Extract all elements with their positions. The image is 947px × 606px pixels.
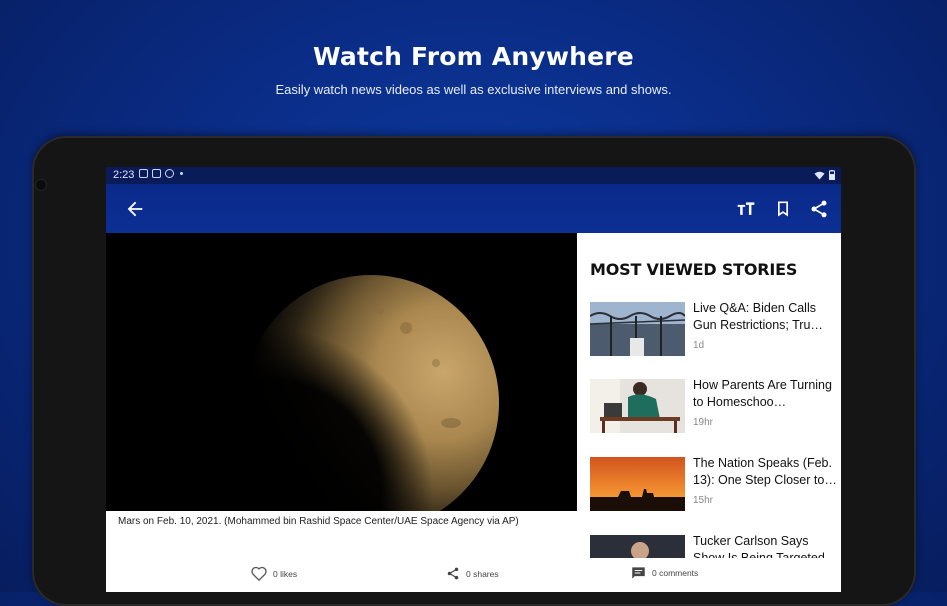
most-viewed-sidebar: MOST VIEWED STORIES Live Q&A: Biden Call… xyxy=(577,233,841,589)
share-count-button[interactable]: 0 shares xyxy=(446,566,499,581)
status-system-icons xyxy=(814,170,835,180)
comment-icon xyxy=(632,567,645,579)
app-notification-icon xyxy=(139,169,148,178)
front-camera xyxy=(36,180,46,190)
status-bar: 2:23 xyxy=(106,167,841,184)
promo-headline: Watch From Anywhere xyxy=(313,42,634,71)
comments-count: 0 comments xyxy=(652,568,699,578)
story-thumbnail xyxy=(590,457,685,511)
story-item[interactable]: The Nation Speaks (Feb. 13): One Step Cl… xyxy=(590,456,840,515)
story-age: 19hr xyxy=(693,417,714,428)
story-age: 15hr xyxy=(693,495,714,506)
story-thumbnail xyxy=(590,379,685,433)
sync-notification-icon xyxy=(152,169,161,178)
wifi-icon xyxy=(814,171,825,179)
story-age: 1d xyxy=(693,340,705,351)
story-title: Live Q&A: Biden Calls Gun Restrictions; … xyxy=(693,301,823,332)
battery-icon xyxy=(829,170,835,180)
back-arrow-icon[interactable] xyxy=(124,198,146,220)
dnd-icon xyxy=(165,169,174,178)
bookmark-icon[interactable] xyxy=(773,199,793,219)
likes-count: 0 likes xyxy=(273,568,298,579)
mars-image xyxy=(106,233,577,511)
promo-subline: Easily watch news videos as well as excl… xyxy=(275,82,672,97)
story-title: How Parents Are Turning to Homeschoo… xyxy=(693,378,832,409)
comments-button[interactable]: 0 comments xyxy=(631,566,698,580)
status-time: 2:23 xyxy=(113,169,135,181)
text-size-icon[interactable] xyxy=(736,199,756,219)
tablet-screen: 2:23 Mars on Feb. 10, 2021. (Mohammed bi… xyxy=(106,167,841,592)
image-caption: Mars on Feb. 10, 2021. (Mohammed bin Ras… xyxy=(118,516,519,527)
share-icon[interactable] xyxy=(809,199,829,219)
article-image[interactable] xyxy=(106,233,577,511)
like-button[interactable]: 0 likes xyxy=(251,566,297,581)
story-item[interactable]: How Parents Are Turning to Homeschoo… 19… xyxy=(590,378,840,437)
more-notifications-dot-icon xyxy=(180,172,183,175)
shares-count: 0 shares xyxy=(466,568,499,579)
heart-icon xyxy=(251,566,267,581)
app-bar xyxy=(106,184,841,233)
story-title: The Nation Speaks (Feb. 13): One Step Cl… xyxy=(693,456,837,487)
status-notification-icons xyxy=(139,169,183,178)
share-icon xyxy=(447,567,459,580)
story-thumbnail xyxy=(590,302,685,356)
article-actions-bar: 0 likes 0 shares 0 comments xyxy=(106,558,841,592)
sidebar-title: MOST VIEWED STORIES xyxy=(590,260,798,279)
story-item[interactable]: Live Q&A: Biden Calls Gun Restrictions; … xyxy=(590,301,840,360)
